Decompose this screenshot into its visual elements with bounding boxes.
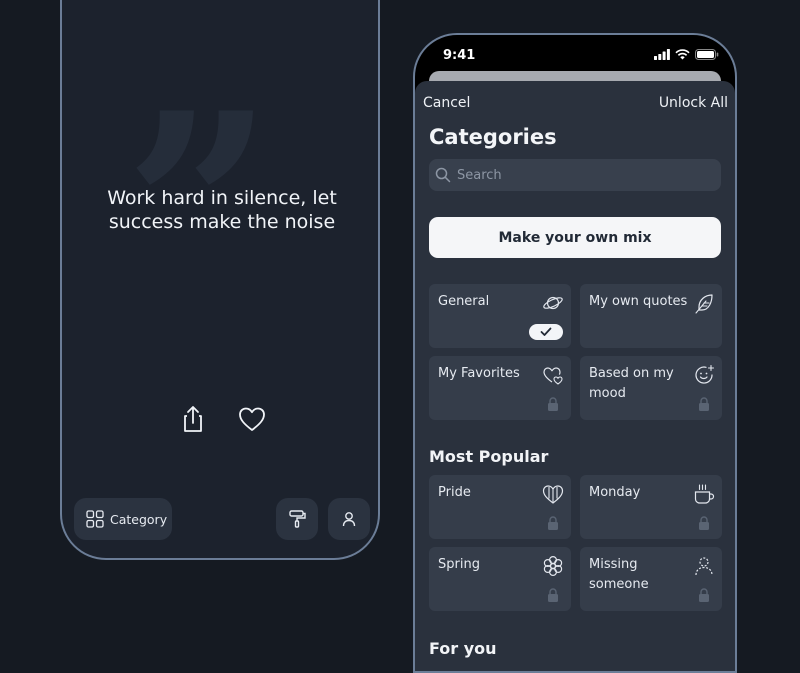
category-card-label: My Favorites bbox=[438, 366, 520, 381]
mood-icon bbox=[695, 364, 715, 384]
categories-sheet: Cancel Unlock All Categories Make your o… bbox=[415, 81, 735, 671]
heart-icon bbox=[239, 407, 265, 431]
share-icon bbox=[184, 406, 202, 432]
make-your-own-mix-button[interactable]: Make your own mix bbox=[429, 217, 721, 258]
category-card-general[interactable]: General bbox=[429, 284, 571, 348]
category-card-spring[interactable]: Spring bbox=[429, 547, 571, 611]
search-input[interactable] bbox=[455, 166, 699, 184]
checkmark-icon bbox=[540, 327, 552, 336]
selected-check-badge bbox=[529, 324, 563, 340]
quote-phone: ” Work hard in silence, let success make… bbox=[60, 0, 380, 560]
wifi-icon bbox=[675, 49, 690, 60]
pride-heart-icon bbox=[542, 485, 564, 504]
category-card-label: Missing someone bbox=[589, 557, 649, 592]
category-card-label: Pride bbox=[438, 485, 471, 500]
user-icon bbox=[342, 512, 356, 527]
battery-icon bbox=[695, 49, 719, 60]
category-card-based-on-my-mood[interactable]: Based on my mood bbox=[580, 356, 722, 420]
favorite-button[interactable] bbox=[237, 404, 267, 434]
status-time: 9:41 bbox=[443, 48, 476, 63]
page-title: Categories bbox=[429, 125, 557, 149]
category-card-label: Based on my mood bbox=[589, 366, 674, 401]
planet-icon bbox=[543, 296, 563, 310]
section-title-most-popular: Most Popular bbox=[429, 447, 549, 466]
category-button-label: Category bbox=[110, 511, 168, 527]
search-icon bbox=[435, 167, 451, 183]
category-card-my-own-quotes[interactable]: My own quotes bbox=[580, 284, 722, 348]
cellular-signal-icon bbox=[654, 49, 670, 60]
lock-icon bbox=[699, 397, 709, 411]
feather-icon bbox=[695, 294, 713, 314]
category-card-label: General bbox=[438, 294, 490, 309]
hearts-icon bbox=[543, 367, 563, 385]
lock-icon bbox=[548, 397, 558, 411]
theme-button[interactable] bbox=[276, 498, 318, 540]
category-card-pride[interactable]: Pride bbox=[429, 475, 571, 539]
cancel-button[interactable]: Cancel bbox=[423, 95, 470, 111]
category-card-monday[interactable]: Monday bbox=[580, 475, 722, 539]
section-title-for-you: For you bbox=[429, 639, 497, 658]
profile-button[interactable] bbox=[328, 498, 370, 540]
category-card-my-favorites[interactable]: My Favorites bbox=[429, 356, 571, 420]
paint-roller-icon bbox=[289, 510, 306, 528]
category-button[interactable]: Category bbox=[74, 498, 172, 540]
category-card-missing-someone[interactable]: Missing someone bbox=[580, 547, 722, 611]
status-bar: 9:41 bbox=[415, 35, 735, 75]
share-button[interactable] bbox=[178, 404, 208, 434]
category-card-label: Monday bbox=[589, 485, 641, 500]
category-card-label: Spring bbox=[438, 557, 480, 572]
lock-icon bbox=[699, 588, 709, 602]
coffee-cup-icon bbox=[694, 484, 715, 504]
lock-icon bbox=[699, 516, 709, 530]
lock-icon bbox=[548, 516, 558, 530]
unlock-all-button[interactable]: Unlock All bbox=[659, 95, 728, 111]
person-outline-icon bbox=[695, 557, 713, 576]
search-field[interactable] bbox=[429, 159, 721, 191]
flower-icon bbox=[543, 555, 563, 577]
categories-phone: 9:41 Cancel Unlock All Categories Search… bbox=[413, 33, 737, 673]
category-card-label: My own quotes bbox=[589, 294, 688, 309]
grid-icon bbox=[86, 510, 104, 528]
quote-text: Work hard in silence, let success make t… bbox=[107, 187, 337, 233]
lock-icon bbox=[548, 588, 558, 602]
